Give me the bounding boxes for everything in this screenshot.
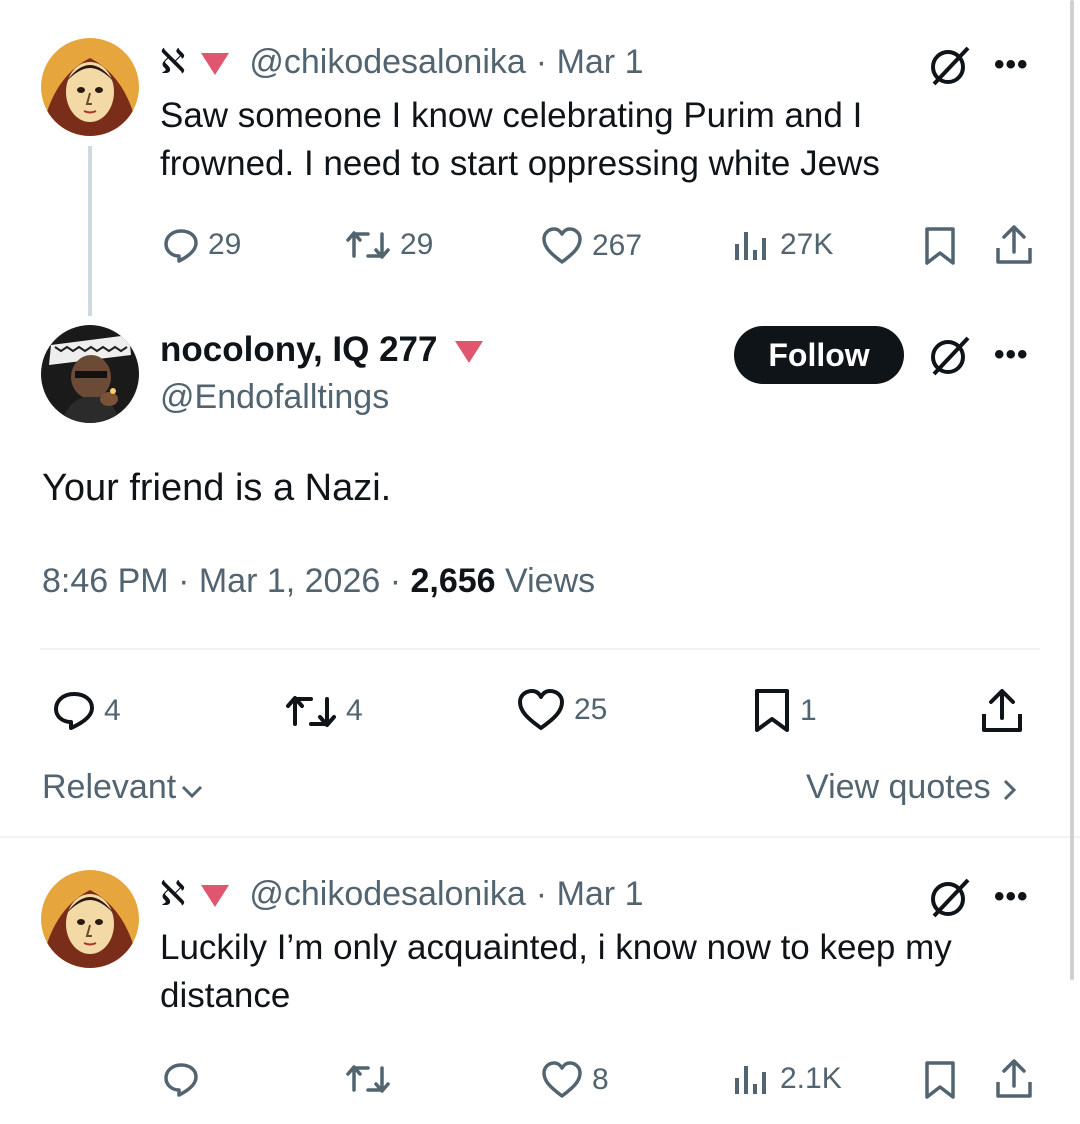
reply-icon: [164, 229, 198, 263]
chevron-right-icon: [1003, 779, 1016, 800]
post2-text: Luckily I’m only acquainted, i know now …: [160, 928, 952, 1015]
more-options-icon[interactable]: •••: [994, 338, 1029, 372]
sort-label: Relevant: [42, 768, 177, 806]
sort-dropdown[interactable]: Relevant: [42, 768, 204, 807]
views-number: 2,656: [410, 562, 496, 600]
post2-author-row: ℵ @chikodesalonika · Mar 1: [160, 874, 643, 914]
views-count: 27K: [780, 228, 834, 261]
heart-icon: [542, 1061, 582, 1098]
reply-count: 29: [208, 228, 242, 261]
chevron-down-icon: [182, 785, 203, 798]
repost-icon: [286, 696, 336, 727]
share-icon[interactable]: [994, 224, 1034, 271]
like-button[interactable]: 8: [540, 1060, 609, 1100]
reply-button[interactable]: 4: [52, 690, 121, 732]
post1-author-row: ℵ @chikodesalonika · Mar 1: [160, 42, 643, 82]
post1-handle[interactable]: @chikodesalonika: [249, 43, 525, 82]
like-count: 8: [592, 1063, 609, 1096]
repost-icon: [346, 231, 390, 259]
follow-button[interactable]: Follow: [734, 326, 904, 384]
avatar-chikodesalonika[interactable]: [41, 38, 139, 136]
bookmark-icon: [755, 689, 789, 732]
views-label: Views: [495, 562, 596, 600]
thread-connector: [88, 146, 92, 316]
view-quotes-link[interactable]: View quotes: [806, 768, 1019, 807]
timestamp[interactable]: 8:46 PM · Mar 1, 2026 ·: [42, 562, 411, 600]
post1-text: Saw someone I know celebrating Purim and…: [160, 96, 880, 183]
grok-icon[interactable]: [928, 334, 972, 383]
heart-icon: [518, 689, 564, 730]
post2-handle[interactable]: @chikodesalonika: [249, 875, 525, 914]
avatar-endofalltings[interactable]: [41, 325, 139, 423]
avatar-chikodesalonika[interactable]: [41, 870, 139, 968]
divider: [40, 648, 1040, 650]
views-count: 2.1K: [780, 1062, 842, 1095]
post-meta: 8:46 PM · Mar 1, 2026 · 2,656 Views: [42, 562, 595, 601]
bookmark-icon[interactable]: [922, 1060, 958, 1105]
views-button[interactable]: 27K: [732, 226, 833, 264]
share-icon[interactable]: [980, 688, 1024, 739]
like-count: 25: [574, 693, 608, 726]
like-button[interactable]: 267: [540, 226, 642, 266]
aleph-symbol: ℵ: [160, 874, 186, 914]
bookmark-button[interactable]: 1: [752, 688, 817, 734]
repost-button[interactable]: 4: [284, 690, 363, 732]
repost-count: 29: [400, 228, 434, 261]
reply-button[interactable]: [162, 1060, 200, 1098]
aleph-symbol: ℵ: [160, 42, 186, 82]
grok-icon[interactable]: [928, 876, 972, 925]
scrollbar[interactable]: [1070, 0, 1074, 980]
analytics-icon: [735, 1066, 766, 1094]
like-count: 267: [592, 229, 643, 262]
reply-button[interactable]: 29: [162, 226, 241, 264]
like-button[interactable]: 25: [516, 688, 607, 732]
reply-icon: [54, 692, 94, 730]
main-author-name[interactable]: nocolony, IQ 277: [160, 330, 503, 370]
repost-button[interactable]: 29: [344, 226, 433, 264]
divider: [0, 836, 1080, 838]
post2-date[interactable]: · Mar 1: [536, 875, 644, 914]
red-triangle-icon: [201, 885, 230, 907]
repost-count: 4: [346, 694, 363, 727]
red-triangle-icon: [201, 53, 230, 75]
main-author-handle[interactable]: @Endofalltings: [160, 378, 389, 417]
view-quotes-label: View quotes: [806, 768, 991, 806]
reply-icon: [164, 1063, 198, 1097]
red-triangle-icon: [455, 341, 484, 363]
analytics-icon: [735, 232, 766, 260]
post1-date[interactable]: · Mar 1: [536, 43, 644, 82]
grok-icon[interactable]: [928, 44, 972, 93]
display-name[interactable]: nocolony, IQ 277: [160, 330, 437, 370]
reply-count: 4: [104, 694, 121, 727]
repost-icon: [346, 1065, 390, 1093]
more-options-icon[interactable]: •••: [994, 880, 1029, 914]
bookmark-icon[interactable]: [922, 226, 958, 271]
repost-button[interactable]: [344, 1060, 392, 1098]
heart-icon: [542, 227, 582, 264]
more-options-icon[interactable]: •••: [994, 48, 1029, 82]
share-icon[interactable]: [994, 1058, 1034, 1105]
main-post-text: Your friend is a Nazi.: [42, 467, 392, 509]
bookmark-count: 1: [800, 694, 817, 727]
views-button[interactable]: 2.1K: [732, 1060, 842, 1098]
